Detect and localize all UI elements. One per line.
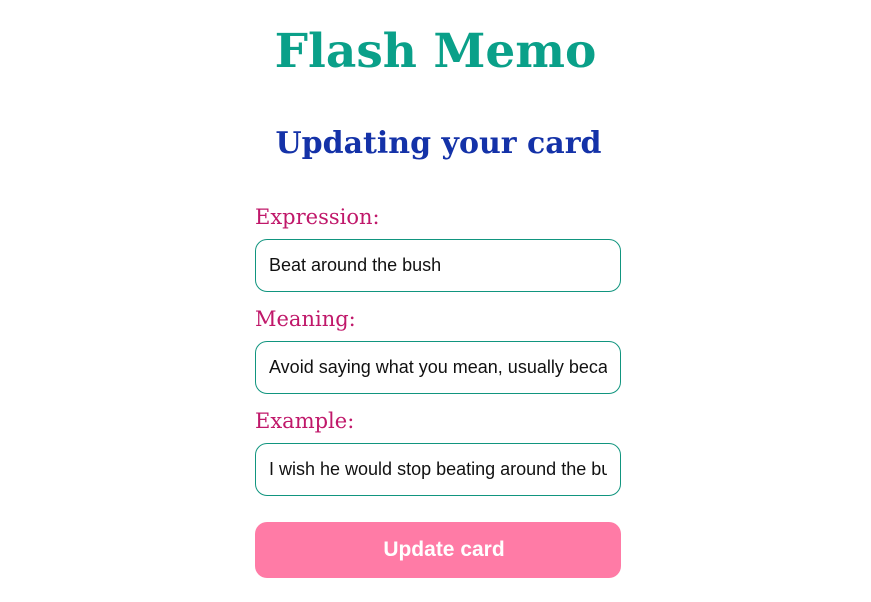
expression-input[interactable] (255, 239, 621, 292)
app-title: Flash Memo (274, 24, 597, 79)
update-card-form: Expression: Meaning: Example: Update car… (255, 202, 621, 578)
page-heading: Updating your card (275, 126, 602, 161)
update-card-button[interactable]: Update card (255, 522, 621, 578)
example-input[interactable] (255, 443, 621, 496)
example-label: Example: (255, 409, 355, 433)
meaning-label: Meaning: (255, 307, 356, 331)
expression-label: Expression: (255, 205, 380, 229)
meaning-input[interactable] (255, 341, 621, 394)
